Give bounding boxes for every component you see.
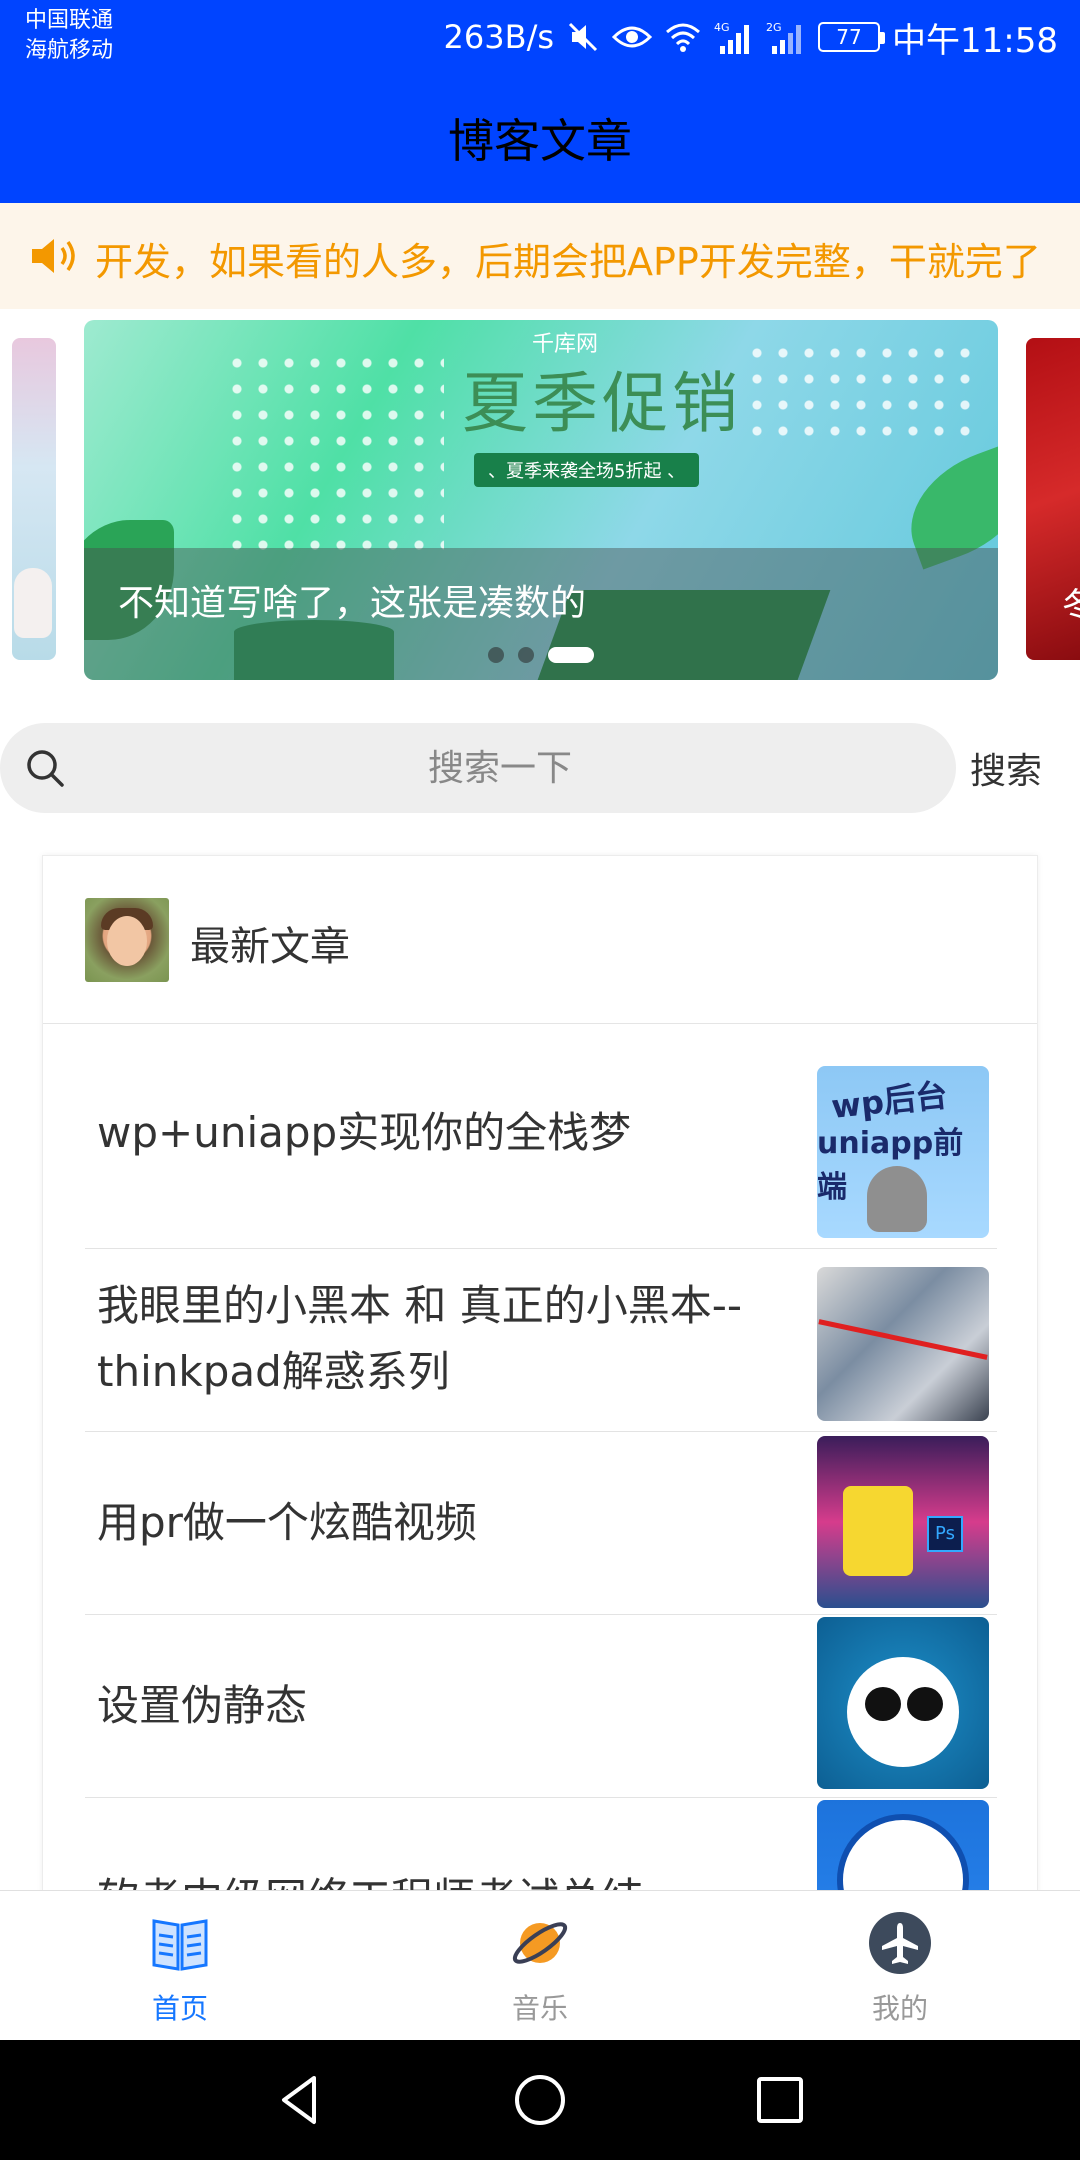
recents-icon[interactable]: [750, 2070, 810, 2130]
latest-articles-card: 最新文章 wp+uniapp实现你的全栈梦 wp后台 uniapp前端 我眼里的…: [42, 855, 1038, 1895]
carousel-current-slide[interactable]: 千库网 夏季促销 、夏季来袭全场5折起 、 不知道写啥了，这张是凑数的: [84, 320, 998, 680]
panda-eye: [865, 1687, 901, 1721]
exam-badge: [837, 1814, 969, 1895]
search-bar: [0, 723, 956, 813]
svg-text:2G: 2G: [766, 21, 782, 34]
article-thumbnail[interactable]: [817, 1800, 989, 1895]
battery-icon: 77: [818, 22, 886, 52]
next-slide-caption: 冬: [1062, 586, 1080, 626]
planet-icon: [512, 1922, 568, 1964]
tab-label: 音乐: [511, 1992, 568, 2025]
back-icon[interactable]: [270, 2070, 330, 2130]
carousel-next-slide[interactable]: 冬: [1026, 338, 1080, 660]
article-thumbnail[interactable]: [817, 1267, 989, 1421]
notice-bar[interactable]: 开发，如果看的人多，后期会把APP开发完整，干就完了: [0, 203, 1080, 309]
article-thumbnail[interactable]: Ps: [817, 1436, 989, 1608]
article-list: wp+uniapp实现你的全栈梦 wp后台 uniapp前端 我眼里的小黑本 和…: [43, 1024, 1037, 1895]
book-icon: [152, 1919, 208, 1971]
article-thumbnail[interactable]: [817, 1617, 989, 1789]
avatar-face: [107, 916, 147, 966]
avatar: [85, 898, 169, 982]
banner-carousel[interactable]: 千库网 夏季促销 、夏季来袭全场5折起 、 不知道写啥了，这张是凑数的 冬: [0, 320, 1080, 682]
sponge-illustration: [843, 1486, 913, 1576]
article-title: 用pr做一个炫酷视频: [97, 1498, 477, 1547]
banner-tagline: 、夏季来袭全场5折起 、: [474, 453, 700, 487]
carousel-dot[interactable]: [518, 647, 534, 663]
carousel-dot-active[interactable]: [548, 647, 594, 663]
system-navigation-bar: [0, 2040, 1080, 2160]
banner-decoration: [744, 340, 974, 450]
tab-music[interactable]: 音乐: [360, 1891, 720, 2041]
home-icon[interactable]: [510, 2070, 570, 2130]
status-indicators: 263B/s 4G 2G 77 中午11:58: [444, 12, 1058, 62]
carrier-1: 中国联通: [25, 8, 114, 33]
thumb-decoration: [818, 1319, 988, 1360]
search-icon: [27, 750, 64, 787]
carousel-dot[interactable]: [488, 647, 504, 663]
signal-4g-icon: 4G: [714, 21, 750, 54]
bunny-illustration: [14, 568, 52, 638]
tab-me[interactable]: 我的: [720, 1891, 1080, 2041]
speaker-icon: [32, 239, 75, 273]
article-thumbnail[interactable]: wp后台 uniapp前端: [817, 1066, 989, 1238]
search-input[interactable]: [80, 735, 920, 801]
card-header: 最新文章: [43, 856, 1037, 1024]
wifi-icon: [666, 23, 701, 52]
tab-label: 首页: [151, 1992, 208, 2025]
panda-illustration: [847, 1657, 959, 1767]
carrier-2: 海航移动: [25, 38, 114, 63]
carousel-indicators: [488, 647, 594, 663]
banner-headline: 夏季促销: [462, 365, 742, 442]
battery-level: 77: [836, 25, 862, 49]
carrier-info: 中国联通 海航移动: [25, 6, 113, 66]
card-title: 最新文章: [190, 924, 350, 970]
article-item[interactable]: 软考中级网络工程师考试总结: [43, 1798, 1037, 1895]
article-item[interactable]: 设置伪静态: [43, 1615, 1037, 1798]
svg-text:4G: 4G: [714, 21, 730, 34]
carousel-prev-slide[interactable]: [12, 338, 56, 660]
page-title: 博客文章: [448, 114, 632, 168]
article-item[interactable]: 用pr做一个炫酷视频 Ps: [43, 1432, 1037, 1615]
tab-home[interactable]: 首页: [0, 1891, 360, 2041]
slide-caption: 不知道写啥了，这张是凑数的: [118, 583, 587, 624]
header: 中国联通 海航移动 263B/s 4G 2G 77 中午11:58 博客文章: [0, 0, 1080, 203]
article-item[interactable]: 我眼里的小黑本 和 真正的小黑本--thinkpad解惑系列: [43, 1249, 1037, 1432]
banner-decoration: [224, 350, 444, 550]
article-title: wp+uniapp实现你的全栈梦: [97, 1108, 632, 1157]
tab-label: 我的: [871, 1992, 928, 2025]
clock: 中午11:58: [892, 20, 1058, 61]
net-speed: 263B/s: [443, 18, 555, 56]
status-bar: 中国联通 海航移动 263B/s 4G 2G 77 中午11:58: [0, 0, 1080, 75]
airplane-icon: [869, 1912, 931, 1974]
bottom-tab-bar: 首页 音乐 我的: [0, 1890, 1080, 2040]
eye-icon: [612, 26, 653, 48]
panda-eye: [907, 1687, 943, 1721]
article-title: 我眼里的小黑本 和 真正的小黑本--thinkpad解惑系列: [97, 1281, 743, 1396]
raccoon-illustration: [867, 1166, 927, 1232]
notice-text: 开发，如果看的人多，后期会把APP开发完整，干就完了: [95, 240, 1041, 284]
search-button[interactable]: 搜索: [970, 735, 1080, 801]
mute-icon: [568, 22, 598, 52]
article-item[interactable]: wp+uniapp实现你的全栈梦 wp后台 uniapp前端: [43, 1024, 1037, 1249]
photoshop-icon: Ps: [927, 1516, 963, 1552]
article-title: 设置伪静态: [97, 1681, 308, 1730]
signal-2g-icon: 2G: [766, 21, 802, 54]
